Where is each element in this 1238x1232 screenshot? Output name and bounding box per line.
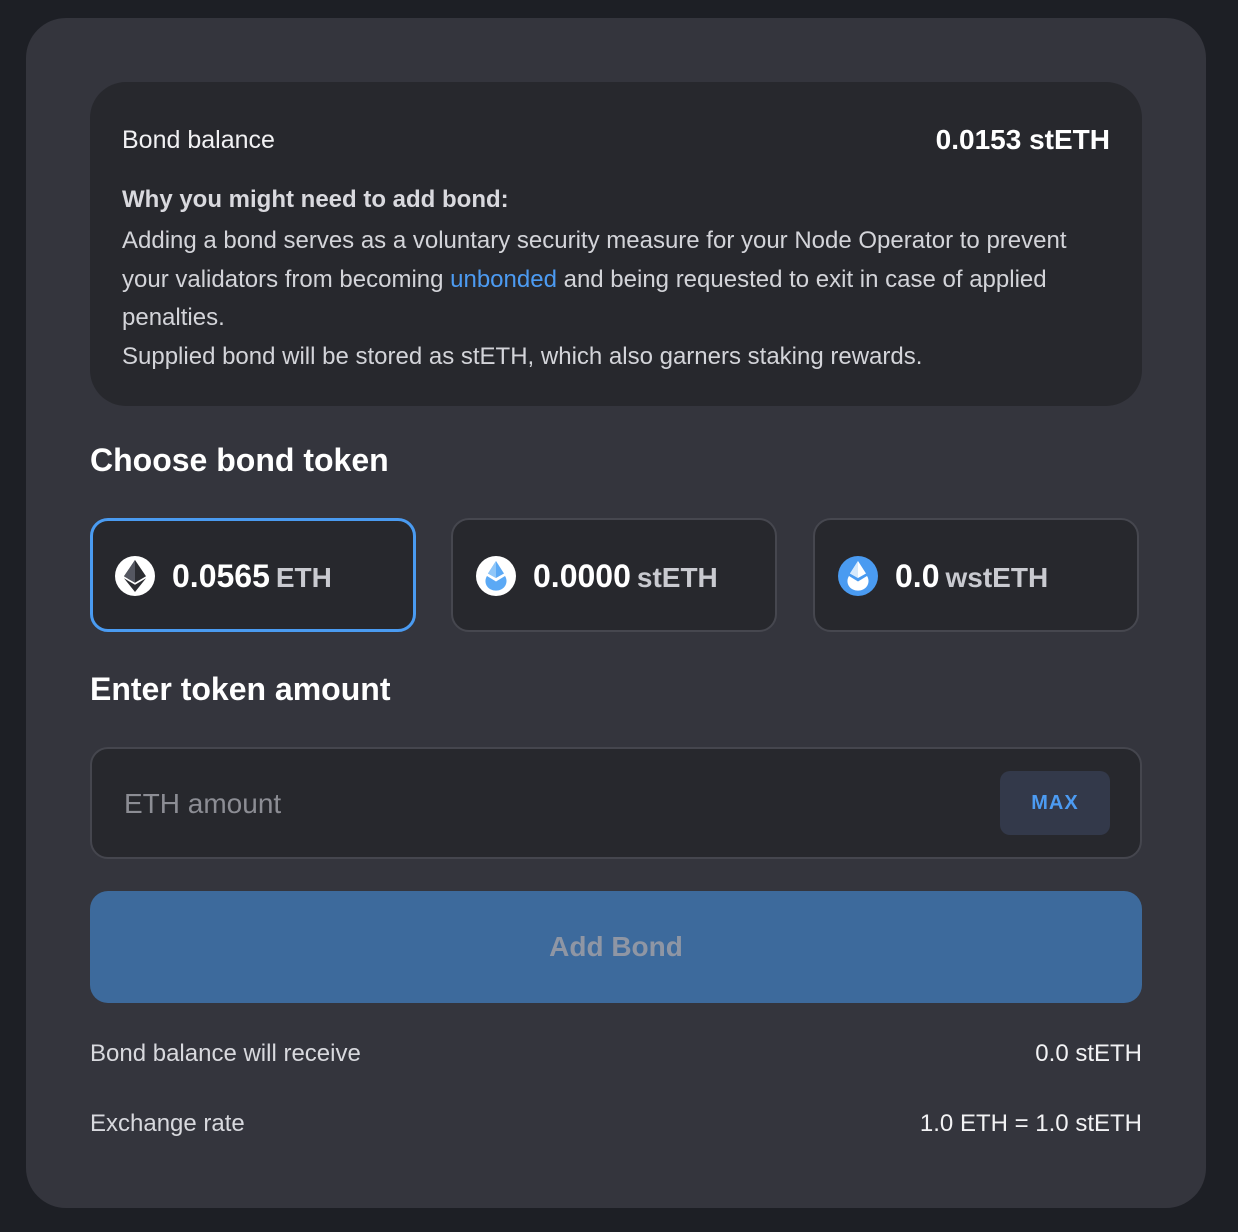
token-option-steth[interactable]: 0.0000 stETH [451,518,777,632]
token-symbol-steth: stETH [636,562,718,593]
enter-token-amount-heading: Enter token amount [90,671,391,707]
summary-row-exchange-rate: Exchange rate 1.0 ETH = 1.0 stETH [90,1110,1142,1146]
unbonded-link[interactable]: unbonded [450,266,557,293]
max-button[interactable]: MAX [1000,771,1110,835]
bond-balance-label: Bond balance [122,126,275,154]
bond-info-panel: Bond balance 0.0153 stETH Why you might … [90,82,1142,406]
amount-input-container: MAX [90,747,1142,859]
summary-value-receive: 0.0 stETH [1035,1040,1142,1067]
token-symbol-eth: ETH [275,562,332,593]
token-amount-wsteth: 0.0 [895,558,940,594]
token-option-wsteth[interactable]: 0.0 wstETH [813,518,1139,632]
summary-value-exchange-rate: 1.0 ETH = 1.0 stETH [919,1110,1142,1137]
summary-row-receive: Bond balance will receive 0.0 stETH [90,1040,1142,1076]
why-add-bond-text: Adding a bond serves as a voluntary secu… [122,222,1112,376]
steth-icon [476,556,516,596]
bond-balance-value: 0.0153 stETH [935,124,1110,155]
token-option-eth[interactable]: 0.0565 ETH [90,518,416,632]
why-text-line2: Supplied bond will be stored as stETH, w… [122,342,923,370]
summary-label-receive: Bond balance will receive [90,1040,361,1067]
token-symbol-wsteth: wstETH [945,562,1049,593]
add-bond-button[interactable]: Add Bond [90,891,1142,1003]
eth-icon [115,556,155,596]
wsteth-icon [838,556,878,596]
summary-label-exchange-rate: Exchange rate [90,1110,245,1137]
token-amount-eth: 0.0565 [172,558,270,594]
add-bond-card: Bond balance 0.0153 stETH Why you might … [26,18,1206,1208]
choose-bond-token-heading: Choose bond token [90,442,389,478]
token-amount-steth: 0.0000 [533,558,631,594]
why-add-bond-title: Why you might need to add bond: [122,186,509,213]
eth-amount-input[interactable] [122,777,986,831]
